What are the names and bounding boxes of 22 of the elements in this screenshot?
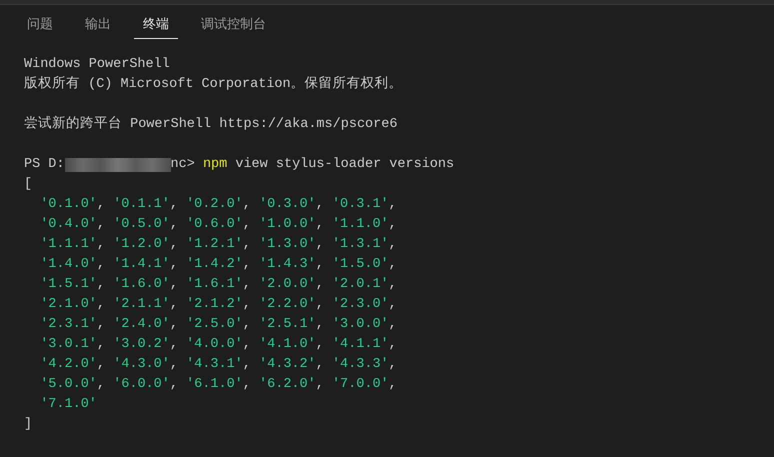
terminal-line: 尝试新的跨平台 PowerShell https://aka.ms/pscore6 <box>24 115 398 134</box>
panel-tab[interactable]: 问题 <box>18 13 62 39</box>
terminal-line: ] <box>24 416 34 434</box>
terminal-line: '0.1.0', '0.1.1', '0.2.0', '0.3.0', '0.3.1', <box>39 196 398 214</box>
terminal-line: '4.2.0', '4.3.0', '4.3.1', '4.3.2', '4.3.3', <box>39 356 398 374</box>
terminal-line: '2.1.0', '2.1.1', '2.1.2', '2.2.0', '2.3.0', <box>39 296 398 314</box>
terminal-line: 版权所有 (C) Microsoft Corporation。保留所有权利。 <box>24 75 404 94</box>
terminal-line: '7.1.0' <box>39 396 98 414</box>
terminal-line: '0.4.0', '0.5.0', '0.6.0', '1.0.0', '1.1.0', <box>39 216 398 234</box>
prompt-path: PS D: <box>24 156 65 174</box>
terminal-command: nc> npm view stylus-loader versions <box>170 156 454 174</box>
terminal-line: Windows PowerShell <box>24 56 171 74</box>
panel-tab[interactable]: 调试控制台 <box>192 13 275 39</box>
panel-tab[interactable]: 输出 <box>76 13 120 39</box>
terminal-line: '1.5.1', '1.6.0', '1.6.1', '2.0.0', '2.0.1', <box>39 276 398 294</box>
terminal-line: '2.3.1', '2.4.0', '2.5.0', '2.5.1', '3.0.0', <box>39 316 398 334</box>
terminal-line: '1.4.0', '1.4.1', '1.4.2', '1.4.3', '1.5.0', <box>39 256 398 274</box>
terminal-line: '1.1.1', '1.2.0', '1.2.1', '1.3.0', '1.3.1', <box>39 236 398 254</box>
terminal-line: '3.0.1', '3.0.2', '4.0.0', '4.1.0', '4.1.1', <box>39 336 398 354</box>
terminal-line: [ <box>24 176 34 194</box>
panel-tab[interactable]: 终端 <box>134 13 178 39</box>
terminal-line: '5.0.0', '6.0.0', '6.1.0', '6.2.0', '7.0.0', <box>39 376 398 394</box>
